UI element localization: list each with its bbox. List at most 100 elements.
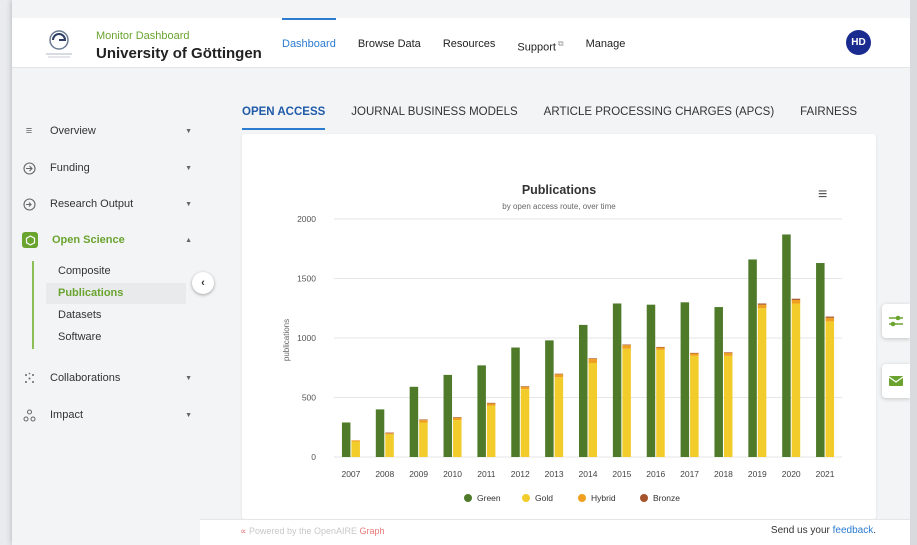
bar-gold[interactable]: [791, 303, 801, 457]
bar-bronze[interactable]: [486, 402, 496, 404]
brand-title[interactable]: University of Göttingen: [96, 45, 262, 62]
bar-green[interactable]: [816, 263, 825, 457]
bar-gold[interactable]: [825, 321, 835, 457]
bar-gold[interactable]: [351, 441, 360, 457]
sliders-icon: [889, 315, 903, 327]
bar-bronze[interactable]: [385, 432, 394, 434]
filter-settings-button[interactable]: [882, 304, 910, 338]
feedback-suffix: .: [873, 525, 876, 536]
open-science-icon: [22, 232, 38, 248]
legend-label[interactable]: Gold: [535, 493, 553, 503]
bar-green[interactable]: [409, 386, 419, 457]
bar-gold[interactable]: [723, 355, 733, 457]
bar-green[interactable]: [579, 324, 588, 457]
bar-gold[interactable]: [690, 355, 699, 457]
bar-bronze[interactable]: [723, 352, 733, 353]
bar-gold[interactable]: [453, 420, 462, 457]
bar-bronze[interactable]: [588, 358, 598, 359]
bar-hybrid[interactable]: [723, 352, 733, 356]
bar-bronze[interactable]: [419, 419, 428, 421]
bar-hybrid[interactable]: [486, 403, 496, 406]
contact-email-button[interactable]: [882, 364, 910, 398]
bar-hybrid[interactable]: [791, 299, 801, 304]
bar-green[interactable]: [612, 303, 622, 457]
sidebar-item-overview[interactable]: ≡ Overview ▼: [22, 121, 192, 141]
bar-hybrid[interactable]: [825, 317, 835, 322]
bar-bronze[interactable]: [825, 316, 835, 318]
x-tick-label: 2019: [748, 469, 767, 479]
bar-hybrid[interactable]: [351, 440, 360, 442]
bar-hybrid[interactable]: [554, 374, 564, 378]
nav-resources[interactable]: Resources: [443, 18, 496, 68]
bar-bronze[interactable]: [520, 386, 530, 387]
sidebar-item-impact[interactable]: Impact ▼: [22, 405, 192, 425]
bar-green[interactable]: [714, 307, 723, 457]
nav-browse-data[interactable]: Browse Data: [358, 18, 421, 68]
bar-hybrid[interactable]: [757, 304, 767, 309]
bar-green[interactable]: [545, 340, 554, 457]
bar-bronze[interactable]: [757, 303, 767, 305]
bar-bronze[interactable]: [622, 344, 631, 346]
bar-gold[interactable]: [757, 308, 767, 457]
share-nodes-icon: ∝: [240, 526, 247, 536]
nav-dashboard[interactable]: Dashboard: [282, 18, 336, 68]
bar-green[interactable]: [477, 365, 486, 457]
bar-hybrid[interactable]: [588, 358, 598, 363]
bar-green[interactable]: [511, 347, 520, 457]
bar-bronze[interactable]: [554, 373, 564, 375]
submenu-item-datasets[interactable]: Datasets: [46, 305, 186, 326]
bar-bronze[interactable]: [791, 298, 801, 300]
submenu-item-software[interactable]: Software: [46, 327, 186, 348]
bar-gold[interactable]: [520, 389, 530, 457]
collapse-sidebar-button[interactable]: ‹: [192, 272, 214, 294]
bar-gold[interactable]: [419, 422, 428, 457]
chart-menu-icon[interactable]: ≡: [818, 186, 827, 204]
bar-green[interactable]: [782, 234, 791, 457]
bar-hybrid[interactable]: [622, 345, 631, 349]
bar-gold[interactable]: [486, 405, 496, 457]
bar-green[interactable]: [375, 409, 385, 457]
bar-gold[interactable]: [385, 434, 394, 457]
bar-gold[interactable]: [554, 377, 564, 457]
sidebar-item-collaborations[interactable]: Collaborations ▼: [22, 368, 192, 388]
bar-gold[interactable]: [656, 349, 665, 457]
sidebar: ≡ Overview ▼ Funding ▼ Research Output ▼…: [12, 69, 200, 519]
tab-apcs[interactable]: ARTICLE PROCESSING CHARGES (APCS): [544, 100, 774, 130]
powered-by[interactable]: ∝ Powered by the OpenAIRE Graph: [240, 526, 385, 537]
submenu-item-composite[interactable]: Composite: [46, 261, 186, 282]
user-avatar[interactable]: HD: [846, 30, 871, 55]
bar-hybrid[interactable]: [385, 433, 394, 435]
legend-label[interactable]: Hybrid: [591, 493, 616, 503]
sidebar-item-open-science[interactable]: Open Science ▲: [22, 230, 192, 250]
bar-green[interactable]: [646, 304, 656, 457]
sidebar-item-funding[interactable]: Funding ▼: [22, 158, 192, 178]
publications-chart: Publications by open access route, over …: [282, 183, 842, 503]
feedback-link[interactable]: feedback: [833, 525, 874, 536]
bar-hybrid[interactable]: [520, 386, 530, 390]
bar-hybrid[interactable]: [690, 353, 699, 356]
university-logo-icon[interactable]: [42, 26, 76, 60]
submenu-item-publications[interactable]: Publications: [46, 283, 186, 304]
tab-journal-business-models[interactable]: JOURNAL BUSINESS MODELS: [351, 100, 517, 130]
x-tick-label: 2021: [816, 469, 835, 479]
legend-label[interactable]: Bronze: [653, 493, 680, 503]
bar-green[interactable]: [443, 374, 453, 457]
nav-support[interactable]: Support ⧉: [517, 18, 563, 68]
bar-bronze[interactable]: [690, 352, 699, 354]
bar-gold[interactable]: [622, 348, 631, 457]
bar-bronze[interactable]: [656, 346, 665, 348]
bar-gold[interactable]: [588, 362, 598, 457]
tab-open-access[interactable]: OPEN ACCESS: [242, 100, 326, 130]
bar-hybrid[interactable]: [453, 417, 462, 421]
x-tick-label: 2014: [579, 469, 598, 479]
bar-green[interactable]: [748, 259, 757, 457]
bar-green[interactable]: [341, 422, 351, 457]
legend-label[interactable]: Green: [477, 493, 501, 503]
sidebar-item-research-output[interactable]: Research Output ▼: [22, 194, 192, 214]
bar-bronze[interactable]: [453, 417, 462, 418]
nav-manage[interactable]: Manage: [586, 18, 626, 68]
tab-fairness[interactable]: FAIRNESS: [800, 100, 857, 130]
bar-hybrid[interactable]: [656, 347, 665, 350]
bar-hybrid[interactable]: [419, 420, 428, 423]
bar-green[interactable]: [680, 302, 690, 457]
